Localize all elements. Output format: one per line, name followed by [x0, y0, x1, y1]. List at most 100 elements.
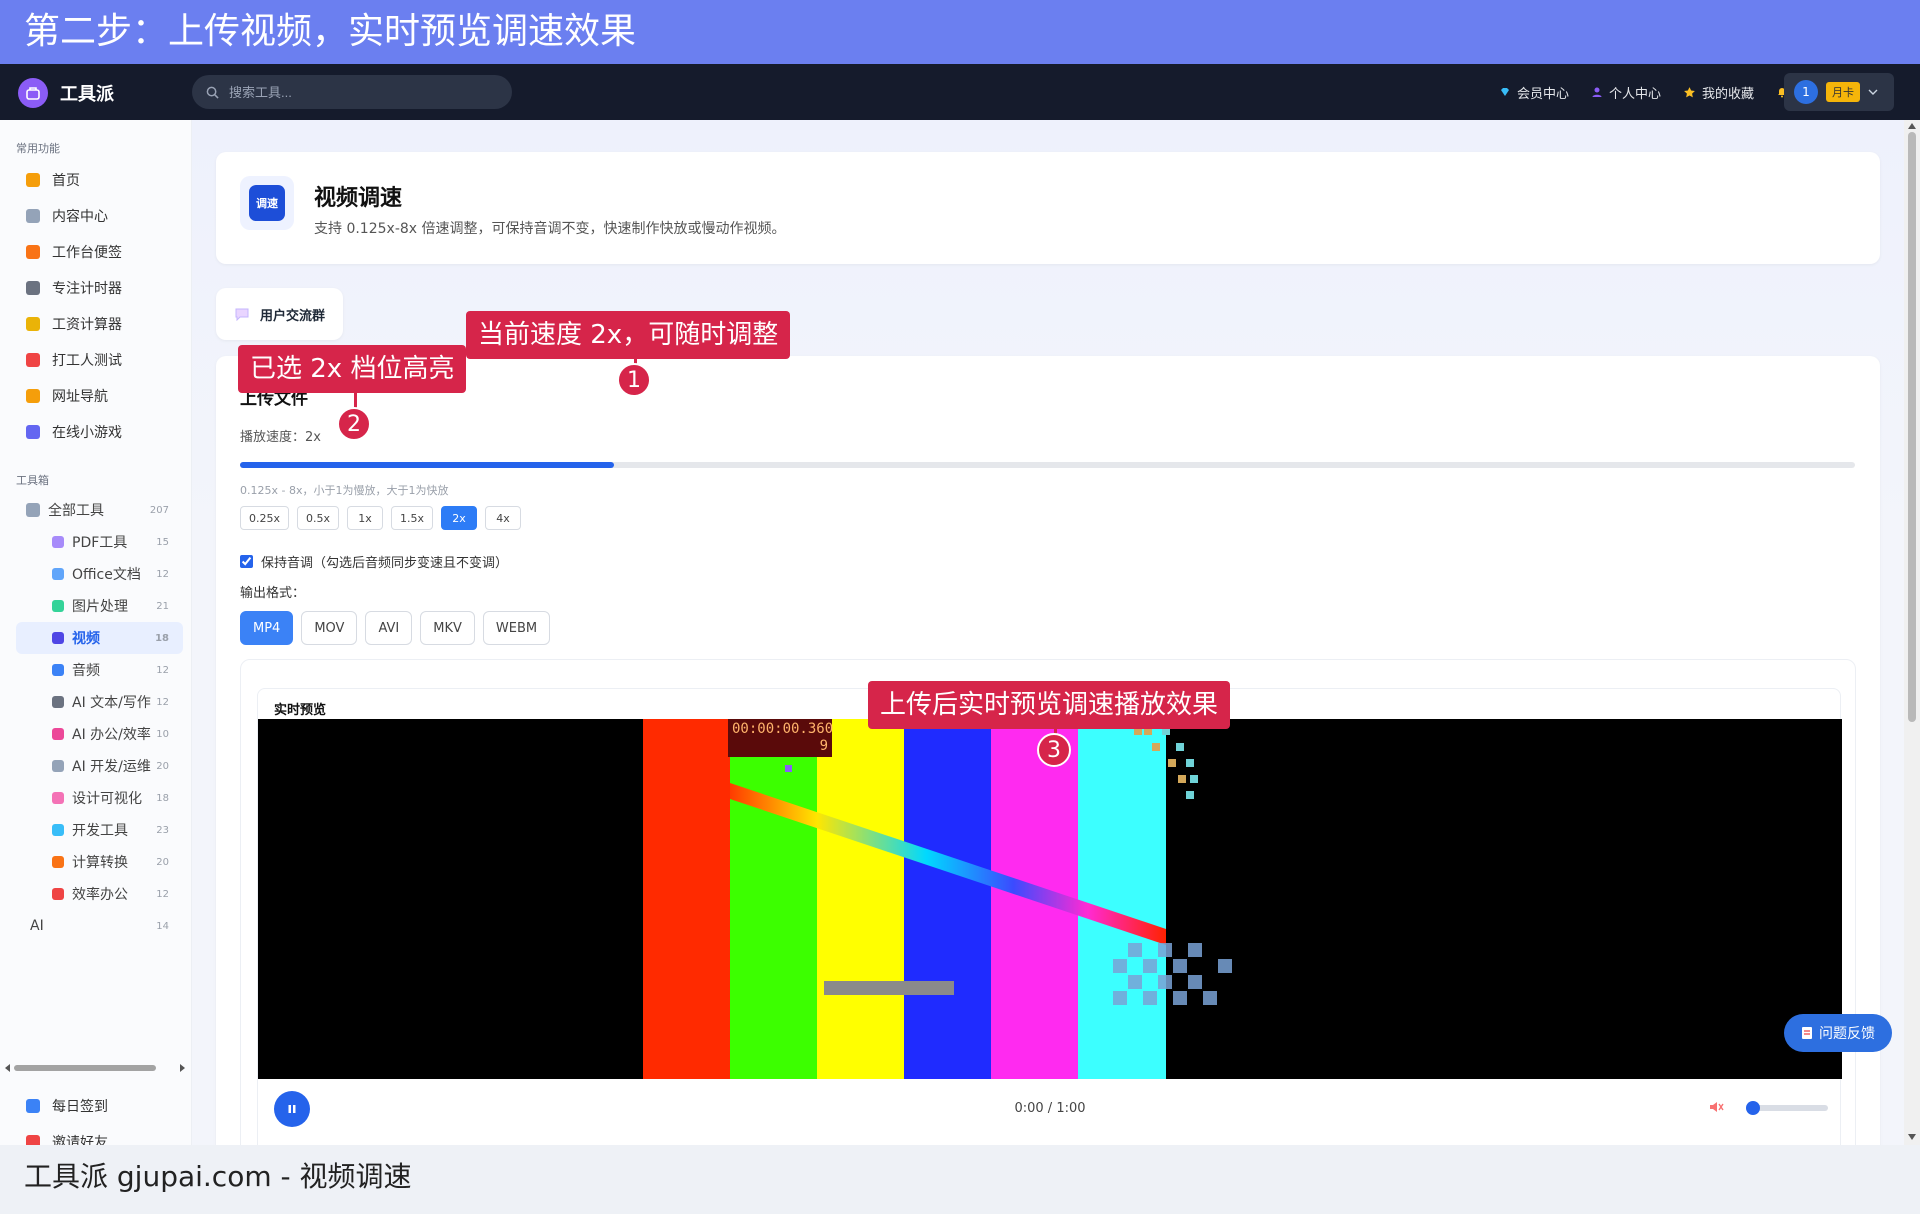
sidebar-item-label: 邀请好友 [52, 1135, 108, 1145]
sidebar-item-label: AI 开发/运维 [72, 759, 151, 775]
speed-preset-button[interactable]: 1x [347, 506, 384, 530]
page-scrollbar[interactable] [1904, 120, 1920, 1145]
format-option-button[interactable]: MOV [301, 611, 358, 645]
tool-count: 12 [156, 888, 169, 900]
tool-header-card: 调速 视频调速 支持 0.125x-8x 倍速调整，可保持音调不变，快速制作快放… [216, 152, 1880, 264]
sidebar-section-common: 常用功能 [16, 142, 60, 155]
sidebar-item-tool[interactable]: 视频 18 [16, 622, 183, 654]
tool-count: 12 [156, 664, 169, 676]
search-input[interactable] [229, 84, 489, 100]
sidebar-item-label: 专注计时器 [52, 281, 122, 297]
sidebar-item-common[interactable]: 专注计时器 [0, 270, 191, 306]
sidebar-item-common[interactable]: 工作台便签 [0, 234, 191, 270]
sidebar-item-tool[interactable]: AI 开发/运维 20 [16, 750, 183, 782]
keep-pitch-option[interactable]: 保持音调（勾选后音频同步变速且不变调） [240, 552, 508, 571]
search-icon [206, 86, 219, 99]
speed-preset-button[interactable]: 4x [485, 506, 522, 530]
toolbox-logo-icon [18, 78, 48, 108]
mute-icon[interactable] [1708, 1099, 1724, 1115]
feedback-button[interactable]: 问题反馈 [1784, 1014, 1892, 1052]
page-title: 视频调速 [314, 186, 403, 211]
nav-label: 会员中心 [1516, 86, 1569, 102]
format-option-button[interactable]: MKV [420, 611, 475, 645]
sidebar-item-common[interactable]: 首页 [0, 162, 191, 198]
sidebar-item-common[interactable]: 内容中心 [0, 198, 191, 234]
sidebar-item-label: 效率办公 [72, 887, 128, 903]
wrench-icon [26, 503, 40, 517]
scroll-up-icon[interactable] [1907, 122, 1917, 130]
top-navbar: 工具派 会员中心 个人中心 我的收藏 消息 1 [0, 64, 1920, 120]
sidebar-item-label: 全部工具 [48, 503, 104, 519]
sidebar-item-bottom[interactable]: 邀请好友 [0, 1124, 192, 1145]
sidebar-item-icon [52, 696, 64, 708]
speed-label: 播放速度：2x [240, 430, 321, 445]
scroll-down-icon[interactable] [1907, 1133, 1917, 1141]
sidebar-item-icon [26, 209, 40, 223]
tool-count: 21 [156, 600, 169, 612]
sidebar-item-label: 打工人测试 [52, 353, 122, 369]
sidebar-item-common[interactable]: 打工人测试 [0, 342, 191, 378]
video-player[interactable]: 00:00:00.360 9 [258, 719, 1842, 1079]
user-menu[interactable]: 1 月卡 [1784, 73, 1894, 111]
speed-preset-button[interactable]: 2x [441, 506, 478, 530]
sidebar-item-icon [52, 856, 64, 868]
sidebar-item-tool[interactable]: PDF工具 15 [16, 526, 183, 558]
speed-preset-button[interactable]: 0.5x [297, 506, 340, 530]
tool-count: 12 [156, 696, 169, 708]
nav-label: 个人中心 [1608, 86, 1661, 102]
tool-count: 18 [156, 792, 169, 804]
speed-slider[interactable] [240, 462, 1855, 468]
speed-preset-button[interactable]: 0.25x [240, 506, 290, 530]
sidebar-item-tool[interactable]: 开发工具 23 [16, 814, 183, 846]
sidebar-item-tool[interactable]: 效率办公 12 [16, 878, 183, 910]
sidebar-item-icon [52, 888, 64, 900]
sidebar-item-icon [26, 281, 40, 295]
marker-3: 3 [1037, 733, 1071, 767]
sidebar-item-bottom[interactable]: 每日签到 [0, 1088, 192, 1124]
speed-tool-icon: 调速 [240, 176, 294, 230]
callout-selected-preset: 已选 2x 档位高亮 [238, 345, 467, 393]
person-icon [1592, 87, 1602, 97]
sidebar-item-tool[interactable]: AI 办公/效率 10 [16, 718, 183, 750]
nav-personal-center[interactable]: 个人中心 [1591, 83, 1661, 102]
user-group-button[interactable]: 用户交流群 [216, 288, 343, 340]
sidebar-item-tool[interactable]: 音频 12 [16, 654, 183, 686]
membership-badge: 月卡 [1826, 82, 1860, 102]
tool-count: 10 [156, 728, 169, 740]
sidebar-item-common[interactable]: 网址导航 [0, 378, 191, 414]
logo[interactable]: 工具派 [18, 78, 114, 108]
sidebar-item-label: 工资计算器 [52, 317, 122, 333]
preview-container: 实时预览 00:00:00.360 9 0:00 / 1:00 [240, 659, 1856, 1145]
sidebar-item-tool[interactable]: 计算转换 20 [16, 846, 183, 878]
tool-count: 20 [156, 760, 169, 772]
sidebar-horizontal-scrollbar[interactable] [4, 1062, 186, 1074]
format-option-button[interactable]: MP4 [240, 611, 294, 645]
keep-pitch-checkbox[interactable] [240, 555, 253, 568]
sidebar-item-tool[interactable]: AI 文本/写作 12 [16, 686, 183, 718]
sidebar-item-label: PDF工具 [72, 535, 128, 551]
volume-knob[interactable] [1746, 1101, 1760, 1115]
sidebar-item-tool[interactable]: AI 14 [16, 910, 183, 942]
sidebar-item-common[interactable]: 在线小游戏 [0, 414, 191, 450]
player-controls: 0:00 / 1:00 [258, 1079, 1842, 1139]
format-option-button[interactable]: AVI [365, 611, 413, 645]
nav-member-center[interactable]: 会员中心 [1499, 83, 1569, 102]
tool-icon-label: 调速 [249, 185, 285, 221]
volume-slider[interactable] [1746, 1101, 1828, 1115]
sidebar-item-tool[interactable]: Office文档 12 [16, 558, 183, 590]
sidebar-item-label: 在线小游戏 [52, 425, 122, 441]
sidebar-item-tool[interactable]: 图片处理 21 [16, 590, 183, 622]
scrollbar-thumb[interactable] [1908, 132, 1916, 722]
search-box[interactable] [192, 75, 512, 109]
sidebar-item-all-tools[interactable]: 全部工具 207 [10, 494, 183, 526]
sidebar-item-icon [52, 728, 64, 740]
sidebar-item-common[interactable]: 工资计算器 [0, 306, 191, 342]
nav-favorites[interactable]: 我的收藏 [1683, 83, 1754, 102]
sidebar-item-icon [52, 664, 64, 676]
sidebar-item-tool[interactable]: 设计可视化 18 [16, 782, 183, 814]
speed-preset-button[interactable]: 1.5x [391, 506, 434, 530]
tool-count: 207 [149, 504, 169, 516]
format-option-button[interactable]: WEBM [482, 611, 551, 645]
tool-count: 20 [156, 856, 169, 868]
speed-hint: 0.125x - 8x，小于1为慢放，大于1为快放 [240, 484, 449, 497]
